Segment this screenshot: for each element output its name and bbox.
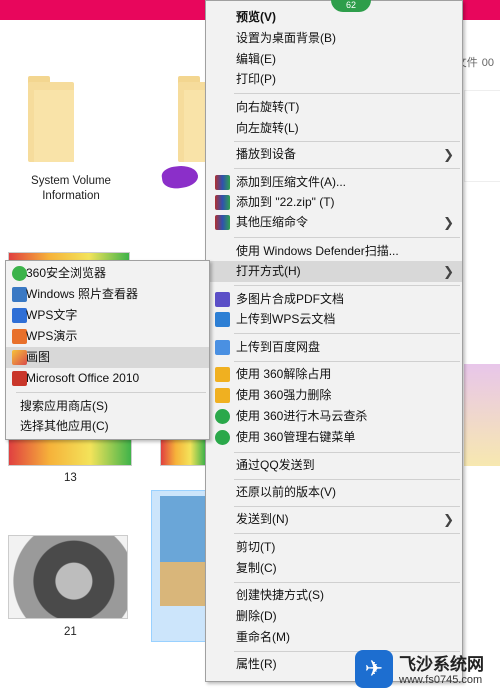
image-thumbnail[interactable] (160, 496, 206, 606)
menu-item-print[interactable]: 打印(P) (206, 69, 462, 90)
menu-separator (234, 452, 460, 453)
menu-item-open-with[interactable]: 打开方式(H) ❯ (206, 261, 462, 282)
360-delete-icon (215, 388, 230, 403)
menu-separator (234, 285, 460, 286)
360-browser-icon (12, 266, 27, 281)
menu-separator (234, 361, 460, 362)
menu-separator (234, 141, 460, 142)
office-icon (12, 371, 27, 386)
360-menu-icon (215, 430, 230, 445)
menu-item-copy[interactable]: 复制(C) (206, 558, 462, 579)
photo-viewer-icon (12, 287, 27, 302)
winrar-icon (215, 175, 230, 190)
menu-separator (16, 392, 206, 393)
chevron-right-icon: ❯ (443, 264, 454, 279)
open-with-store-search[interactable]: 搜索应用商店(S) (6, 396, 209, 417)
image-thumbnail[interactable] (464, 364, 500, 466)
winrar-icon (215, 195, 230, 210)
menu-item-cast-to-device[interactable]: 播放到设备 ❯ (206, 144, 462, 165)
folder-label: System Volume Information (31, 175, 111, 202)
baidu-netdisk-icon (215, 340, 230, 355)
menu-item-set-wallpaper[interactable]: 设置为桌面背景(B) (206, 28, 462, 49)
menu-item-360-manage-menu[interactable]: 使用 360管理右键菜单 (206, 427, 462, 448)
menu-item-create-shortcut[interactable]: 创建快捷方式(S) (206, 585, 462, 606)
menu-item-edit[interactable]: 编辑(E) (206, 49, 462, 70)
open-with-submenu: 360安全浏览器 Windows 照片查看器 WPS文字 WPS演示 画图 Mi… (5, 260, 210, 440)
menu-item-360-force-delete[interactable]: 使用 360强力删除 (206, 385, 462, 406)
menu-item-add-to-archive[interactable]: 添加到压缩文件(A)... (206, 172, 462, 193)
menu-item-360-trojan-scan[interactable]: 使用 360进行木马云查杀 (206, 406, 462, 427)
menu-separator (234, 533, 460, 534)
menu-item-rotate-left[interactable]: 向左旋转(L) (206, 118, 462, 139)
menu-item-add-to-zip[interactable]: 添加到 "22.zip" (T) (206, 192, 462, 213)
chevron-right-icon: ❯ (443, 147, 454, 162)
menu-item-other-compress[interactable]: 其他压缩命令 ❯ (206, 212, 462, 233)
notification-badge: 62 (331, 0, 371, 12)
menu-item-360-unlock[interactable]: 使用 360解除占用 (206, 364, 462, 385)
chevron-right-icon: ❯ (443, 215, 454, 230)
open-with-photo-viewer[interactable]: Windows 照片查看器 (6, 284, 209, 305)
wps-cloud-icon (215, 312, 230, 327)
menu-separator (234, 506, 460, 507)
paint-icon (12, 350, 27, 365)
site-watermark: ✈ 飞沙系统网 www.fs0745.com (355, 646, 495, 696)
menu-separator (234, 479, 460, 480)
open-with-choose-other[interactable]: 选择其他应用(C) (6, 416, 209, 437)
thumbnail-label: 13 (64, 472, 77, 484)
menu-separator (234, 582, 460, 583)
menu-separator (234, 168, 460, 169)
folder-icon[interactable] (28, 76, 74, 162)
image-thumbnail[interactable] (8, 535, 128, 619)
open-with-360-browser[interactable]: 360安全浏览器 (6, 263, 209, 284)
menu-item-upload-baidu[interactable]: 上传到百度网盘 (206, 337, 462, 358)
360-scan-icon (215, 409, 230, 424)
menu-item-defender-scan[interactable]: 使用 Windows Defender扫描... (206, 241, 462, 262)
menu-item-preview[interactable]: 预览(V) (206, 7, 462, 28)
menu-item-send-to[interactable]: 发送到(N) ❯ (206, 509, 462, 530)
image-thumbnail[interactable] (464, 90, 500, 182)
menu-item-rotate-right[interactable]: 向右旋转(T) (206, 97, 462, 118)
menu-separator (234, 93, 460, 94)
menu-separator (234, 333, 460, 334)
open-with-wps-writer[interactable]: WPS文字 (6, 305, 209, 326)
open-with-office-2010[interactable]: Microsoft Office 2010 (6, 368, 209, 389)
wps-presentation-icon (12, 329, 27, 344)
menu-item-restore-versions[interactable]: 还原以前的版本(V) (206, 482, 462, 503)
menu-item-merge-pdf[interactable]: 多图片合成PDF文档 (206, 289, 462, 310)
open-with-wps-presentation[interactable]: WPS演示 (6, 326, 209, 347)
wps-writer-icon (12, 308, 27, 323)
thumbnail-label: 21 (64, 626, 77, 638)
watermark-title: 飞沙系统网 (399, 655, 484, 674)
menu-item-cut[interactable]: 剪切(T) (206, 537, 462, 558)
chevron-right-icon: ❯ (443, 512, 454, 527)
menu-item-upload-wps[interactable]: 上传到WPS云文档 (206, 309, 462, 330)
site-logo-icon: ✈ (355, 650, 393, 688)
open-with-paint[interactable]: 画图 (6, 347, 209, 368)
menu-item-send-via-qq[interactable]: 通过QQ发送到 (206, 455, 462, 476)
360-unlock-icon (215, 367, 230, 382)
menu-item-delete[interactable]: 删除(D) (206, 606, 462, 627)
winrar-icon (215, 215, 230, 230)
menu-separator (234, 237, 460, 238)
pdf-icon (215, 292, 230, 307)
menu-item-rename[interactable]: 重命名(M) (206, 627, 462, 648)
watermark-url: www.fs0745.com (399, 674, 483, 686)
context-menu: 预览(V) 设置为桌面背景(B) 编辑(E) 打印(P) 向右旋转(T) 向左旋… (205, 0, 463, 682)
